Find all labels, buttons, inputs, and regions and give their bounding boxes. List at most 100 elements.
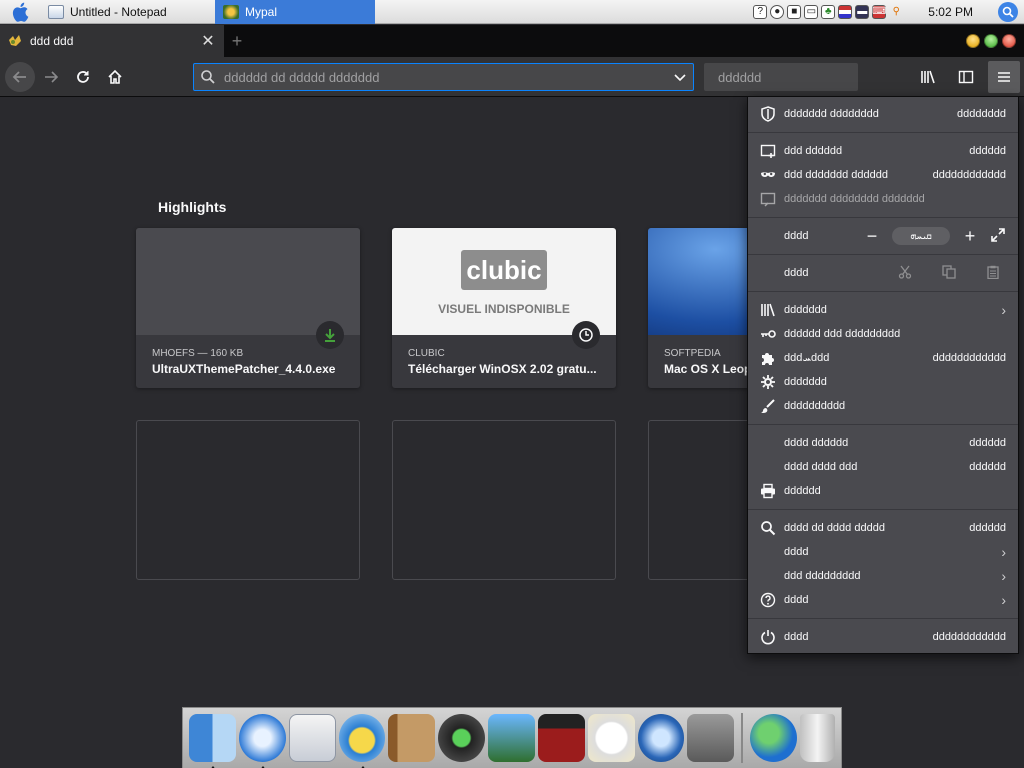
menu-item-logins[interactable]: dddddd ddd ddddddddd xyxy=(748,322,1018,346)
hamburger-icon xyxy=(998,72,1010,82)
menu-separator xyxy=(748,132,1018,133)
tab-favicon-icon xyxy=(8,34,22,48)
media-tray-icon[interactable]: ■ xyxy=(787,4,802,19)
reload-icon xyxy=(77,70,89,83)
menu-item-customize[interactable]: dddddddddd xyxy=(748,394,1018,418)
tab-active[interactable]: ddd ddd ✕ xyxy=(0,25,224,57)
menu-item-addons[interactable]: dddܚddd dddddddddddd xyxy=(748,346,1018,370)
menu-item-label: dddd xyxy=(784,230,809,242)
record-tray-icon[interactable]: ● xyxy=(770,4,785,19)
clubic-logo: clubic xyxy=(461,250,547,290)
menu-button[interactable] xyxy=(988,61,1020,93)
back-button[interactable] xyxy=(5,61,35,92)
help-tray-icon[interactable]: ? xyxy=(753,4,768,19)
fullscreen-icon[interactable] xyxy=(990,227,1006,246)
tab-strip: ddd ddd ✕ + xyxy=(0,25,1024,57)
menu-item-private-window[interactable]: ddd ddddddd dddddd dddddddddddd xyxy=(748,163,1018,187)
menu-item-label: ddd ddddddddd xyxy=(784,570,861,582)
menu-item-label: dddddd xyxy=(784,485,821,497)
system-preferences-icon[interactable] xyxy=(687,714,735,762)
search-icon xyxy=(760,520,776,536)
monitor-tray-icon[interactable]: ▬ xyxy=(855,4,870,19)
menu-item-label: dddܚddd xyxy=(784,351,830,364)
search-tray-icon[interactable]: ⚲ xyxy=(889,5,903,19)
network-tray-icon[interactable]: ♣ xyxy=(821,4,836,19)
quicktime-icon[interactable] xyxy=(637,714,685,762)
highlight-card[interactable]: clubic VISUEL INDISPONIBLE CLUBIC Téléch… xyxy=(392,228,616,388)
menu-item-more[interactable]: dddd › xyxy=(748,540,1018,564)
menu-item-help[interactable]: dddd › xyxy=(748,588,1018,612)
itunes-icon[interactable] xyxy=(438,714,486,762)
menu-item-print[interactable]: dddddd xyxy=(748,479,1018,503)
iphoto-icon[interactable] xyxy=(488,714,535,762)
imovie-icon[interactable] xyxy=(537,714,585,762)
menu-item-label: ddddddd dddddddd xyxy=(784,108,879,120)
zoom-controls: − ܩܝܚܗ + xyxy=(864,226,1006,247)
clubic-logo-text: clubic xyxy=(466,254,542,285)
menu-item-web-developer[interactable]: ddd ddddddddd › xyxy=(748,564,1018,588)
search-bar[interactable] xyxy=(704,63,894,91)
puzzle-icon xyxy=(760,350,776,366)
menu-item-library[interactable]: ddddddd › xyxy=(748,298,1018,322)
menu-separator xyxy=(748,291,1018,292)
cut-icon[interactable] xyxy=(898,265,912,282)
sidebar-icon xyxy=(958,70,974,84)
menu-item-new-window[interactable]: ddd dddddd dddddd xyxy=(748,139,1018,163)
minimize-button[interactable] xyxy=(966,34,980,48)
menu-item-label: dddddddddd xyxy=(784,400,846,412)
menu-item-shortcut: dddddddddddd xyxy=(932,352,1006,364)
close-tab-icon[interactable]: ✕ xyxy=(200,31,216,51)
menu-item-tracking[interactable]: ddddddd dddddddd dddddddd xyxy=(748,102,1018,126)
highlight-card[interactable]: MHOEFS — 160 KB UltraUXThemePatcher_4.4.… xyxy=(136,228,360,388)
menu-item-find[interactable]: dddd dd dddd ddddd dddddd xyxy=(748,516,1018,540)
taskbar-item-notepad[interactable]: Untitled - Notepad xyxy=(40,0,215,24)
dock xyxy=(182,707,842,768)
menu-item-label: dddd xyxy=(784,631,809,643)
chevron-right-icon: › xyxy=(1001,568,1006,584)
menu-item-options[interactable]: ddddddd xyxy=(748,370,1018,394)
system-tray: ? ● ■ ▭ ♣ ▬ ⌨ ⚲ 5:02 PM xyxy=(753,0,1024,24)
menu-item-open-file[interactable]: dddd dddddd dddddd xyxy=(748,431,1018,455)
card-thumbnail: clubic VISUEL INDISPONIBLE xyxy=(392,228,616,335)
menu-item-label: ddddddd dddddddd ddddddd xyxy=(784,193,925,205)
menu-item-save-page[interactable]: dddd dddd ddd dddddd xyxy=(748,455,1018,479)
home-button[interactable] xyxy=(99,61,131,93)
display-tray-icon[interactable]: ▭ xyxy=(804,4,819,19)
keyboard-tray-icon[interactable]: ⌨ xyxy=(872,4,887,19)
search-input[interactable] xyxy=(718,69,894,85)
paste-icon[interactable] xyxy=(986,265,1000,282)
url-input[interactable] xyxy=(224,69,665,85)
ical-icon[interactable] xyxy=(587,714,635,762)
mypal-icon xyxy=(223,4,239,19)
chevron-down-icon[interactable] xyxy=(673,70,687,84)
copy-icon[interactable] xyxy=(942,264,956,282)
menu-item-shortcut: dddddddddddd xyxy=(932,169,1006,181)
finder-icon[interactable] xyxy=(189,714,236,768)
address-book-icon[interactable] xyxy=(388,714,436,762)
zoom-in-icon[interactable]: + xyxy=(962,226,978,247)
zoom-out-icon[interactable]: − xyxy=(864,226,880,247)
zoom-reset-button[interactable]: ܩܝܚܗ xyxy=(892,227,950,245)
ichat-icon[interactable] xyxy=(338,714,386,768)
menu-item-shortcut: dddddddddddd xyxy=(932,631,1006,643)
menu-item-quit[interactable]: dddd dddddddddddd xyxy=(748,625,1018,649)
library-icon xyxy=(760,302,776,318)
maximize-button[interactable] xyxy=(984,34,998,48)
library-button[interactable] xyxy=(912,61,944,93)
url-bar[interactable] xyxy=(193,63,694,91)
network-globe-icon[interactable] xyxy=(750,714,797,762)
reload-button[interactable] xyxy=(67,61,99,93)
menu-item-restore-session[interactable]: ddddddd dddddddd ddddddd xyxy=(748,187,1018,211)
safari-icon[interactable] xyxy=(238,714,286,768)
taskbar-item-mypal[interactable]: Mypal xyxy=(215,0,375,24)
sidebar-button[interactable] xyxy=(950,61,982,93)
new-tab-button[interactable]: + xyxy=(224,25,250,57)
trash-icon[interactable] xyxy=(799,714,836,762)
menu-item-label: ddd ddddddd dddddd xyxy=(784,169,888,181)
spotlight-icon[interactable] xyxy=(998,1,1018,22)
flag-tray-icon[interactable] xyxy=(838,4,853,19)
mail-icon[interactable] xyxy=(288,714,336,762)
forward-button[interactable] xyxy=(35,61,67,93)
close-window-button[interactable] xyxy=(1002,34,1016,48)
apple-menu-icon[interactable] xyxy=(0,0,40,24)
